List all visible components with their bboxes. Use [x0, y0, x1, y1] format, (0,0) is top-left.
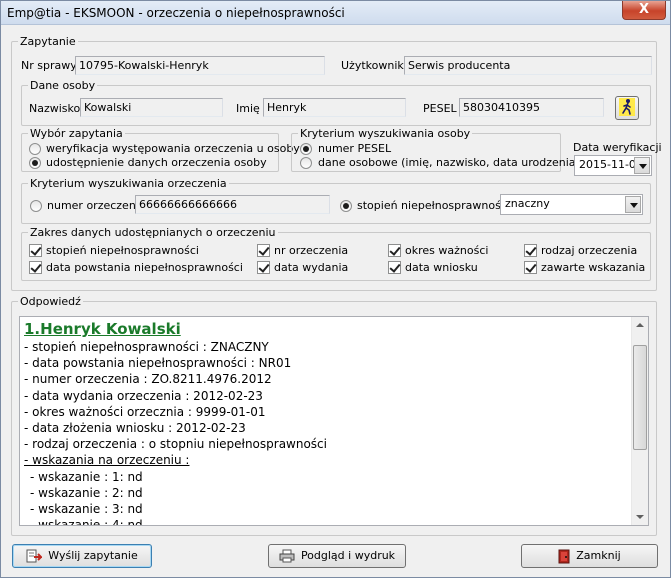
scroll-thumb[interactable] — [633, 345, 647, 450]
check-data-wniosku[interactable] — [388, 261, 401, 274]
stopien-select-value: znaczny — [505, 197, 550, 210]
response-wskazanie-1: - wskazanie : 1: nd — [30, 469, 143, 484]
odpowiedz-legend: Odpowiedź — [20, 295, 81, 308]
radio-dane-osobowe[interactable] — [300, 157, 312, 169]
scroll-up-icon[interactable] — [632, 317, 648, 334]
walking-person-icon — [619, 98, 635, 116]
response-person-title: 1.Henryk Kowalski — [24, 320, 181, 338]
check-nr-orzeczenia-label: nr orzeczenia — [274, 244, 349, 257]
check-data-wydania[interactable] — [257, 261, 270, 274]
response-wskazanie-4: - wskazanie : 4: nd — [30, 518, 143, 526]
response-wskazanie-3: - wskazanie : 3: nd — [30, 502, 143, 517]
preview-print-button[interactable]: Podgląd i wydruk — [268, 544, 406, 568]
check-nr-orzeczenia[interactable] — [257, 244, 270, 257]
response-line-stopien: - stopień niepełnosprawności : ZNACZNY — [24, 340, 269, 354]
radio-udostepnienie-label: udostępnienie danych orzeczenia osoby — [46, 156, 267, 169]
response-wskazanie-2: - wskazanie : 2: nd — [30, 485, 143, 500]
check-wskazania[interactable] — [524, 261, 537, 274]
response-wskazania-header-text: - wskazania na orzeczeniu : — [24, 453, 190, 468]
check-wskazania-label: zawarte wskazania — [541, 261, 646, 274]
exit-door-icon — [558, 549, 570, 563]
uzytkownik-label: Użytkownik — [341, 59, 404, 72]
response-text-area[interactable]: 1.Henryk Kowalski - stopień niepełnospra… — [19, 316, 649, 526]
radio-numer-orzeczenia-label: numer orzeczenia — [47, 199, 146, 212]
person-search-button[interactable] — [615, 96, 639, 120]
nr-sprawy-field[interactable]: 10795-Kowalski-Henryk — [75, 56, 325, 75]
pesel-field[interactable]: 58030410395 — [459, 98, 604, 117]
send-query-label: Wyślij zapytanie — [48, 549, 138, 562]
check-stopien[interactable] — [29, 244, 42, 257]
radio-weryfikacja[interactable] — [29, 143, 41, 155]
radio-numer-pesel[interactable] — [300, 143, 312, 155]
client-area: Zapytanie Nr sprawy 10795-Kowalski-Henry… — [1, 26, 670, 577]
response-line-rodzaj: - rodzaj orzeczenia : o stopniu niepełno… — [24, 437, 327, 452]
scroll-down-icon[interactable] — [632, 508, 648, 525]
preview-print-label: Podgląd i wydruk — [300, 549, 396, 562]
radio-numer-pesel-label: numer PESEL — [318, 142, 392, 155]
main-window: Emp@tia - EKSMOON - orzeczenia o niepełn… — [0, 0, 671, 578]
kryterium-orzeczenia-legend: Kryterium wyszukiwania orzeczenia — [30, 177, 227, 190]
kryterium-osoby-legend: Kryterium wyszukiwania osoby — [300, 127, 471, 140]
nazwisko-label: Nazwisko — [29, 102, 81, 115]
check-data-powstania[interactable] — [29, 261, 42, 274]
nazwisko-field[interactable]: Kowalski — [80, 98, 223, 117]
pesel-label: PESEL — [423, 102, 457, 115]
imie-label: Imię — [236, 102, 260, 115]
response-scrollbar[interactable] — [631, 317, 648, 525]
title-bar[interactable]: Emp@tia - EKSMOON - orzeczenia o niepełn… — [1, 1, 670, 25]
close-window-label: Zamknij — [576, 549, 621, 562]
radio-stopien[interactable] — [340, 200, 352, 212]
close-icon: X — [638, 2, 650, 17]
data-weryfikacji-label: Data weryfikacji — [573, 141, 662, 154]
wybor-zapytania-legend: Wybór zapytania — [30, 127, 123, 140]
imie-field[interactable]: Henryk — [263, 98, 406, 117]
check-okres-waznosci-label: okres ważności — [405, 244, 489, 257]
radio-dane-osobowe-label: dane osobowe (imię, nazwisko, data urodz… — [318, 156, 580, 169]
check-data-wydania-label: data wydania — [274, 261, 349, 274]
radio-udostepnienie[interactable] — [29, 157, 41, 169]
send-query-icon — [26, 549, 43, 563]
response-content: 1.Henryk Kowalski - stopień niepełnospra… — [24, 319, 632, 526]
check-data-wniosku-label: data wniosku — [405, 261, 478, 274]
window-close-button[interactable]: X — [622, 1, 666, 20]
response-line-data-wydania: - data wydania orzeczenia : 2012-02-23 — [24, 388, 263, 403]
window-title: Emp@tia - EKSMOON - orzeczenia o niepełn… — [7, 6, 345, 20]
zakres-legend: Zakres danych udostępnianych o orzeczeni… — [30, 226, 276, 239]
response-line-okres: - okres ważności orzecznia : 9999-01-01 — [24, 404, 266, 419]
radio-weryfikacja-label: weryfikacja występowania orzeczenia u os… — [46, 142, 300, 155]
date-dropdown-icon[interactable] — [634, 157, 650, 174]
numer-orzeczenia-field[interactable]: 66666666666666 — [135, 195, 330, 214]
dane-osoby-legend: Dane osoby — [30, 79, 96, 92]
response-line-numer: - numer orzeczenia : ZO.8211.4976.2012 — [24, 372, 272, 387]
close-window-button[interactable]: Zamknij — [521, 544, 658, 568]
radio-numer-orzeczenia[interactable] — [30, 200, 42, 212]
zapytanie-legend: Zapytanie — [20, 35, 76, 48]
nr-sprawy-label: Nr sprawy — [21, 59, 77, 72]
send-query-button[interactable]: Wyślij zapytanie — [12, 544, 152, 568]
check-data-powstania-label: data powstania niepełnosprawności — [46, 261, 243, 274]
response-line-data-wniosku: - data złożenia wniosku : 2012-02-23 — [24, 421, 246, 436]
check-rodzaj[interactable] — [524, 244, 537, 257]
data-weryfikacji-picker[interactable]: 2015-11-03 — [574, 155, 652, 176]
check-rodzaj-label: rodzaj orzeczenia — [541, 244, 638, 257]
response-wskazania-header: - wskazania na orzeczeniu : — [24, 452, 632, 468]
printer-icon — [279, 549, 295, 563]
stopien-select[interactable]: znaczny — [500, 194, 643, 215]
chevron-down-icon[interactable] — [625, 196, 641, 213]
radio-stopien-label: stopień niepełnosprawności — [357, 199, 510, 212]
uzytkownik-field[interactable]: Serwis producenta — [404, 56, 652, 75]
response-line-data-powstania: - data powstania niepełnosprawności : NR… — [24, 356, 292, 371]
check-okres-waznosci[interactable] — [388, 244, 401, 257]
check-stopien-label: stopień niepełnosprawności — [46, 244, 199, 257]
